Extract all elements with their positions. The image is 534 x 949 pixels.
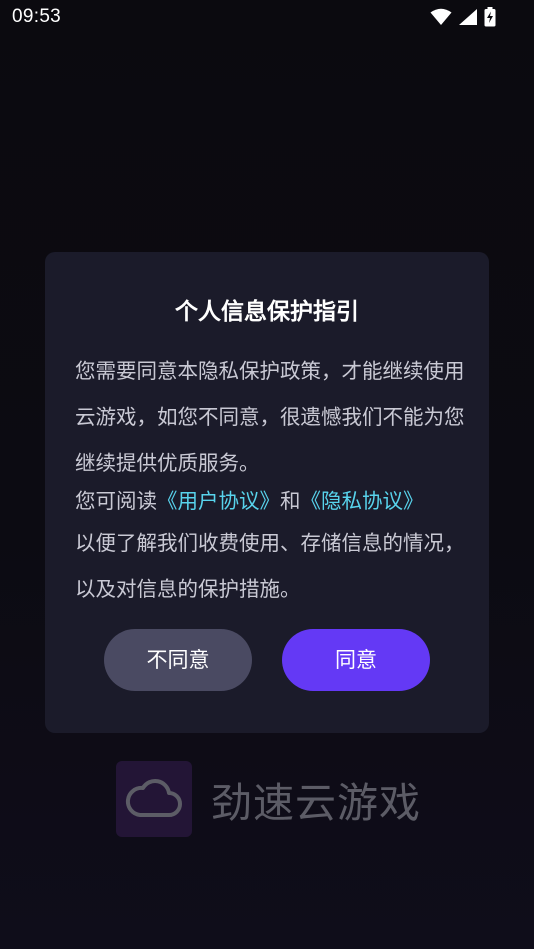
decline-button[interactable]: 不同意 bbox=[104, 629, 252, 691]
user-agreement-link[interactable]: 《用户协议》 bbox=[157, 489, 280, 513]
wifi-icon bbox=[430, 8, 452, 26]
dialog-title: 个人信息保护指引 bbox=[175, 299, 359, 325]
agreement-links-line: 您可阅读《用户协议》和《隐私协议》 bbox=[75, 482, 465, 520]
conjunction-text: 和 bbox=[280, 489, 301, 513]
cell-signal-icon bbox=[458, 8, 478, 26]
status-icons bbox=[430, 7, 496, 27]
status-time: 09:53 bbox=[12, 6, 62, 27]
dialog-buttons: 不同意 同意 bbox=[104, 629, 430, 691]
agree-button[interactable]: 同意 bbox=[282, 629, 430, 691]
data-usage-text: 以便了解我们收费使用、存储信息的情况，以及对信息的保护措施。 bbox=[75, 531, 465, 601]
status-bar: 09:53 bbox=[0, 0, 534, 36]
privacy-agreement-link[interactable]: 《隐私协议》 bbox=[301, 489, 424, 513]
privacy-dialog: 个人信息保护指引 您需要同意本隐私保护政策，才能继续使用云游戏，如您不同意，很遗… bbox=[45, 252, 489, 733]
read-prefix-text: 您可阅读 bbox=[75, 489, 157, 513]
app-logo bbox=[116, 761, 192, 837]
cloud-icon bbox=[125, 775, 183, 823]
brand: 劲速云游戏 bbox=[116, 761, 421, 837]
dialog-body: 您需要同意本隐私保护政策，才能继续使用云游戏，如您不同意，很遗憾我们不能为您继续… bbox=[75, 348, 465, 612]
battery-charging-icon bbox=[484, 7, 496, 27]
privacy-notice-text: 您需要同意本隐私保护政策，才能继续使用云游戏，如您不同意，很遗憾我们不能为您继续… bbox=[75, 359, 465, 475]
app-name: 劲速云游戏 bbox=[211, 779, 421, 827]
